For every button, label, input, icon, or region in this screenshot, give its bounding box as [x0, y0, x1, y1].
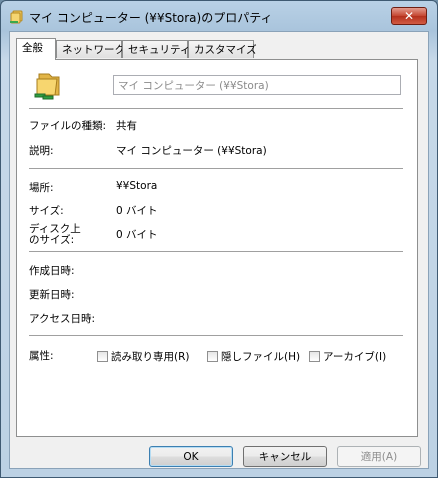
readonly-checkbox[interactable]: 読み取り専用(R) [97, 349, 190, 364]
close-icon: ✕ [403, 9, 415, 23]
readonly-label: 読み取り専用(R) [111, 351, 190, 363]
location-label: 場所: [29, 182, 54, 194]
archive-label: アーカイブ(I) [323, 351, 387, 363]
dialog-client-area: 全般 ネットワーク セキュリティ カスタマイズ マイ コンピューター (¥¥St… [9, 31, 429, 469]
cancel-button[interactable]: キャンセル [243, 446, 327, 467]
name-field[interactable]: マイ コンピューター (¥¥Stora) [113, 75, 401, 95]
checkbox-box[interactable] [97, 351, 108, 362]
separator [29, 168, 403, 170]
description-value: マイ コンピューター (¥¥Stora) [116, 145, 267, 157]
close-button[interactable]: ✕ [391, 7, 427, 25]
file-type-value: 共有 [116, 120, 137, 132]
separator [29, 335, 403, 337]
tab-security[interactable]: セキュリティ [122, 40, 190, 58]
hidden-checkbox[interactable]: 隠しファイル(H) [207, 349, 300, 364]
hidden-label: 隠しファイル(H) [221, 351, 301, 363]
ok-button[interactable]: OK [149, 446, 233, 467]
apply-button[interactable]: 適用(A) [337, 446, 421, 467]
created-label: 作成日時: [29, 265, 75, 277]
size-on-disk-label-line2: のサイズ: [29, 234, 75, 246]
window-title: マイ コンピューター (¥¥Stora)のプロパティ [29, 11, 273, 25]
modified-label: 更新日時: [29, 289, 75, 301]
file-type-label: ファイルの種類: [29, 120, 107, 132]
size-on-disk-value: 0 バイト [116, 229, 158, 241]
tab-general[interactable]: 全般 [16, 38, 56, 60]
title-bar[interactable]: マイ コンピューター (¥¥Stora)のプロパティ ✕ [1, 1, 437, 31]
size-value: 0 バイト [116, 205, 158, 217]
attributes-label: 属性: [29, 350, 54, 362]
tab-customize[interactable]: カスタマイズ [188, 40, 257, 58]
tab-network[interactable]: ネットワーク [56, 40, 125, 58]
network-folder-icon [10, 10, 23, 24]
accessed-label: アクセス日時: [29, 313, 96, 325]
archive-checkbox[interactable]: アーカイブ(I) [309, 349, 386, 364]
checkbox-box[interactable] [309, 351, 320, 362]
network-share-folder-icon [34, 73, 60, 100]
size-on-disk-label: ディスク上 のサイズ: [29, 224, 81, 246]
size-label: サイズ: [29, 205, 64, 217]
separator [29, 108, 403, 110]
description-label: 説明: [29, 145, 54, 157]
separator [29, 251, 403, 253]
location-value: ¥¥Stora [116, 180, 158, 192]
checkbox-box[interactable] [207, 351, 218, 362]
general-tab-panel: マイ コンピューター (¥¥Stora) ファイルの種類: 共有 説明: マイ … [16, 59, 418, 437]
properties-window: マイ コンピューター (¥¥Stora)のプロパティ ✕ 全般 ネットワーク セ… [0, 0, 438, 478]
